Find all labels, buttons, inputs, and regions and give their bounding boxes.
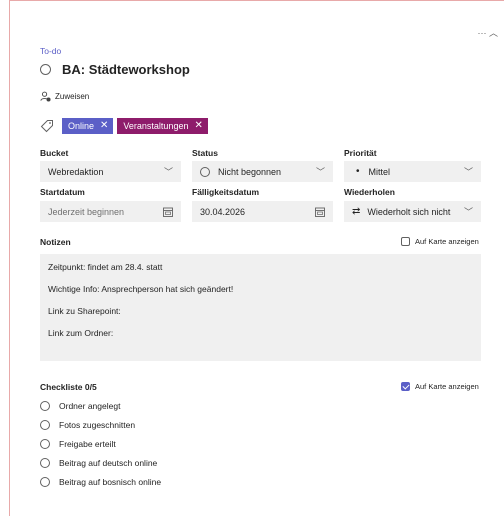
checklist-item-label: Fotos zugeschnitten <box>59 420 136 430</box>
assign-button[interactable]: Zuweisen <box>40 91 89 102</box>
checklist-circle-icon[interactable] <box>40 458 50 468</box>
bucket-label: Bucket <box>40 148 69 158</box>
checklist-circle-icon[interactable] <box>40 420 50 430</box>
status-select[interactable]: Nicht begonnen ﹀ <box>192 161 333 182</box>
notes-show-on-card-checkbox[interactable]: Auf Karte anzeigen <box>401 237 479 246</box>
breadcrumb[interactable]: To-do <box>40 46 61 56</box>
due-date-label: Fälligkeitsdatum <box>192 187 260 197</box>
due-date-value: 30.04.2026 <box>200 206 246 217</box>
checkbox-checked-icon[interactable] <box>401 382 410 391</box>
notes-label: Notizen <box>40 237 71 247</box>
bucket-value: Webredaktion <box>48 166 104 177</box>
complete-task-circle-icon[interactable] <box>40 64 51 75</box>
status-value: Nicht begonnen <box>218 166 282 177</box>
tag-label: Online <box>68 121 95 131</box>
more-options-icon[interactable]: ··· ︿ <box>478 26 499 39</box>
chevron-down-icon: ﹀ <box>163 167 173 177</box>
checklist-circle-icon[interactable] <box>40 439 50 449</box>
repeat-label: Wiederholen <box>344 187 395 197</box>
notes-line: Link zu Sharepoint: <box>48 306 121 316</box>
checklist-item-label: Beitrag auf bosnisch online <box>59 477 162 487</box>
start-date-field[interactable]: Jederzeit beginnen <box>40 201 181 222</box>
notes-textarea[interactable]: Zeitpunkt: findet am 28.4. statt Wichtig… <box>40 254 481 361</box>
task-title[interactable]: BA: Städteworkshop <box>62 62 190 77</box>
assign-label: Zuweisen <box>55 92 90 101</box>
start-date-label: Startdatum <box>40 187 85 197</box>
checklist-item[interactable]: Ordner angelegt <box>40 401 120 411</box>
tag-label: Veranstaltungen <box>123 121 189 131</box>
start-date-placeholder: Jederzeit beginnen <box>48 206 125 217</box>
checkbox-icon[interactable] <box>401 237 410 246</box>
checklist-show-on-card-checkbox[interactable]: Auf Karte anzeigen <box>401 382 479 391</box>
show-on-card-label: Auf Karte anzeigen <box>415 382 479 391</box>
due-date-field[interactable]: 30.04.2026 <box>192 201 333 222</box>
remove-tag-icon[interactable]: ✕ <box>194 118 202 134</box>
checklist-item[interactable]: Fotos zugeschnitten <box>40 420 135 430</box>
calendar-icon[interactable] <box>315 207 325 217</box>
priority-dot-icon: • <box>356 166 360 177</box>
tag-icon[interactable] <box>40 119 54 133</box>
status-label: Status <box>192 148 218 158</box>
checklist-item[interactable]: Freigabe erteilt <box>40 439 116 449</box>
checklist-item-label: Ordner angelegt <box>59 401 121 411</box>
notes-line: Zeitpunkt: findet am 28.4. statt <box>48 262 163 272</box>
tags-row: Online ✕ Veranstaltungen ✕ <box>40 118 212 134</box>
remove-tag-icon[interactable]: ✕ <box>100 118 108 134</box>
notes-line: Wichtige Info: Ansprechperson hat sich g… <box>48 284 234 294</box>
bucket-select[interactable]: Webredaktion ﹀ <box>40 161 181 182</box>
repeat-value: Wiederholt sich nicht <box>367 206 451 217</box>
tag-veranstaltungen[interactable]: Veranstaltungen ✕ <box>117 118 208 134</box>
notes-line: Link zum Ordner: <box>48 328 114 338</box>
assign-user-icon <box>40 91 51 102</box>
show-on-card-label: Auf Karte anzeigen <box>415 237 479 246</box>
priority-value: Mittel <box>368 166 391 177</box>
checklist-circle-icon[interactable] <box>40 401 50 411</box>
status-circle-icon <box>200 166 210 177</box>
chevron-down-icon: ﹀ <box>463 167 473 177</box>
priority-label: Priorität <box>344 148 377 158</box>
priority-select[interactable]: • Mittel ﹀ <box>344 161 481 182</box>
tag-online[interactable]: Online ✕ <box>62 118 114 134</box>
checklist-circle-icon[interactable] <box>40 477 50 487</box>
checklist-label: Checkliste 0/5 <box>40 382 97 392</box>
checklist-item[interactable]: Beitrag auf deutsch online <box>40 458 157 468</box>
checklist-item[interactable]: Beitrag auf bosnisch online <box>40 477 161 487</box>
chevron-down-icon: ﹀ <box>463 207 473 217</box>
task-title-row: BA: Städteworkshop <box>40 62 190 77</box>
checklist-item-label: Beitrag auf deutsch online <box>59 458 158 468</box>
repeat-icon: ⇄ <box>352 206 361 217</box>
chevron-down-icon: ﹀ <box>315 167 325 177</box>
repeat-select[interactable]: ⇄ Wiederholt sich nicht ﹀ <box>344 201 481 222</box>
checklist-item-label: Freigabe erteilt <box>59 439 116 449</box>
calendar-icon[interactable] <box>163 207 173 217</box>
